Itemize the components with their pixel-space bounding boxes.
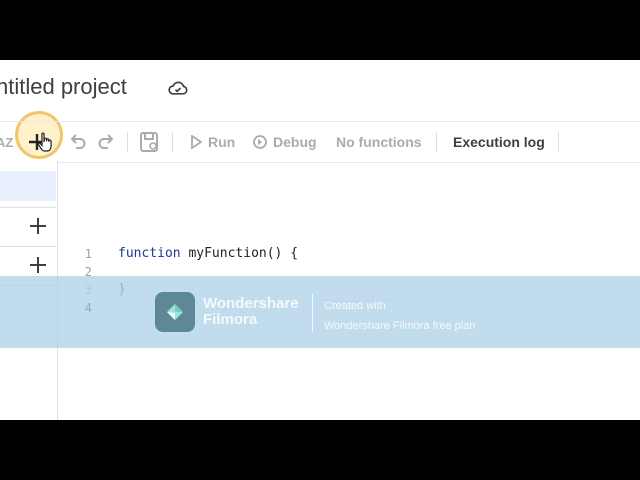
sort-az-icon[interactable]: AZ [0,122,20,162]
watermark-divider [312,294,313,332]
toolbar-divider [127,132,128,152]
add-service-icon[interactable] [28,255,48,275]
toolbar-divider [436,132,437,152]
function-selector-label: No functions [336,134,422,150]
watermark-info-line: Created with [324,300,386,312]
code-rest: myFunction() { [180,246,299,261]
code-text[interactable]: function myFunction() { [118,245,298,263]
execution-log-button[interactable]: Execution log [453,122,545,162]
add-library-icon[interactable] [28,216,48,236]
selected-file-item[interactable] [0,171,56,201]
code-keyword: function [118,246,181,261]
editor-toolbar: AZ Run Debug No functions Execution log [0,121,640,163]
code-line: 1 function myFunction() { [58,245,640,263]
apps-script-editor: ntitled project AZ Run Debug No function… [0,60,640,420]
cloud-status-icon[interactable] [168,80,188,96]
undo-icon[interactable] [68,122,88,162]
hand-cursor-icon [37,132,52,152]
letterbox-top [0,0,640,60]
execution-log-label: Execution log [453,134,545,150]
watermark-brand-line: Wondershare [203,295,299,312]
watermark-info-line: Wondershare Filmora free plan [324,320,476,332]
redo-icon[interactable] [96,122,116,162]
function-selector[interactable]: No functions [336,122,422,162]
run-button[interactable]: Run [190,122,235,162]
watermark-brand-line: Filmora [203,311,258,328]
debug-label: Debug [273,134,317,150]
sidebar-section-libraries [0,207,56,246]
watermark-info: Created with Wondershare Filmora free pl… [324,296,475,336]
debug-icon [253,135,267,149]
save-icon[interactable] [138,122,160,162]
play-icon [191,135,202,149]
toolbar-divider [172,132,173,152]
project-title[interactable]: ntitled project [0,74,127,100]
filmora-watermark: Wondershare Filmora Created with Wonders… [0,276,640,348]
toolbar-divider [558,132,559,152]
svg-text:AZ: AZ [0,135,13,150]
watermark-brand: Wondershare Filmora [203,296,299,328]
debug-button[interactable]: Debug [252,122,317,162]
filmora-logo-icon [155,292,195,332]
letterbox-bottom [0,420,640,480]
line-number: 1 [84,247,92,261]
run-label: Run [208,134,236,150]
